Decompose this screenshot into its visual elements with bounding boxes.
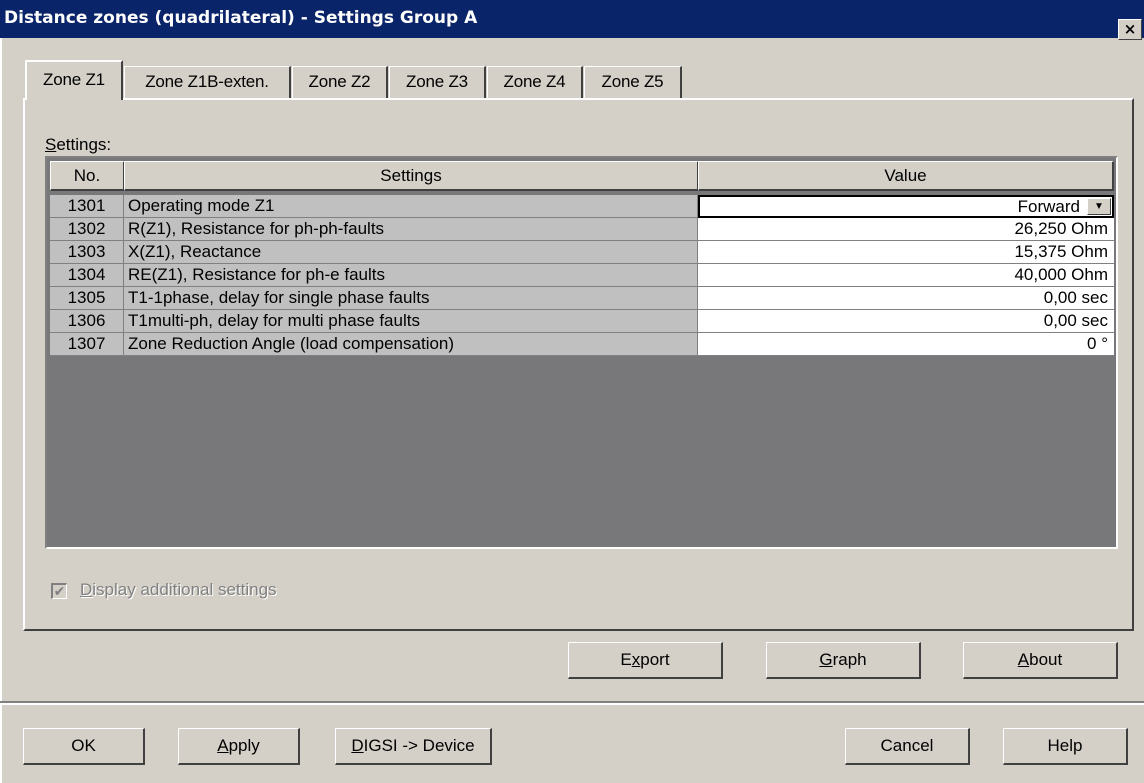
column-header-no[interactable]: No.: [50, 161, 125, 191]
table-row[interactable]: 1303 X(Z1), Reactance 15,375 Ohm: [50, 241, 1114, 264]
setting-name: Operating mode Z1: [124, 195, 698, 218]
close-button[interactable]: ×: [1118, 19, 1142, 40]
window-frame-edge: [0, 38, 2, 783]
settings-label: Settings:: [45, 135, 112, 154]
row-number: 1301: [50, 195, 124, 218]
value-dropdown[interactable]: Forward ▼: [698, 195, 1114, 218]
tab-zone-z3[interactable]: Zone Z3: [389, 66, 486, 98]
value-cell[interactable]: 26,250 Ohm: [698, 218, 1114, 241]
tab-zone-z1[interactable]: Zone Z1: [25, 60, 123, 100]
ok-button[interactable]: OK: [23, 728, 145, 765]
display-additional-checkbox[interactable]: ✔: [51, 583, 67, 599]
value-cell[interactable]: 0,00 sec: [698, 310, 1114, 333]
value-cell[interactable]: 15,375 Ohm: [698, 241, 1114, 264]
settings-grid: No. Settings Value 1301 Operating mode Z…: [45, 156, 1118, 549]
setting-name: T1multi-ph, delay for multi phase faults: [124, 310, 698, 333]
setting-name: RE(Z1), Resistance for ph-e faults: [124, 264, 698, 287]
graph-button[interactable]: Graph: [766, 642, 921, 679]
row-number: 1305: [50, 287, 124, 310]
export-button[interactable]: Export: [568, 642, 723, 679]
tab-zone-z1b-exten[interactable]: Zone Z1B-exten.: [124, 66, 291, 98]
row-number: 1307: [50, 333, 124, 356]
value-cell[interactable]: 40,000 Ohm: [698, 264, 1114, 287]
column-header-value[interactable]: Value: [698, 161, 1114, 191]
setting-name: T1-1phase, delay for single phase faults: [124, 287, 698, 310]
column-header-settings[interactable]: Settings: [124, 161, 699, 191]
value-cell[interactable]: 0,00 sec: [698, 287, 1114, 310]
table-row[interactable]: 1306 T1multi-ph, delay for multi phase f…: [50, 310, 1114, 333]
cancel-button[interactable]: Cancel: [845, 728, 970, 765]
about-button[interactable]: About: [963, 642, 1118, 679]
table-row[interactable]: 1305 T1-1phase, delay for single phase f…: [50, 287, 1114, 310]
value-text: Forward: [1017, 197, 1080, 216]
tab-zone-z2[interactable]: Zone Z2: [292, 66, 388, 98]
tab-zone-z5[interactable]: Zone Z5: [584, 66, 682, 98]
row-number: 1303: [50, 241, 124, 264]
row-number: 1304: [50, 264, 124, 287]
display-additional-label: Display additional settings: [80, 580, 277, 599]
row-number: 1306: [50, 310, 124, 333]
value-cell[interactable]: 0 °: [698, 333, 1114, 356]
setting-name: X(Z1), Reactance: [124, 241, 698, 264]
title-bar: Distance zones (quadrilateral) - Setting…: [0, 0, 1144, 38]
row-number: 1302: [50, 218, 124, 241]
apply-button[interactable]: Apply: [178, 728, 300, 765]
help-button[interactable]: Help: [1003, 728, 1128, 765]
setting-name: Zone Reduction Angle (load compensation): [124, 333, 698, 356]
digsi-device-button[interactable]: DIGSI -> Device: [335, 728, 492, 765]
window-title: Distance zones (quadrilateral) - Setting…: [4, 8, 478, 28]
table-row[interactable]: 1307 Zone Reduction Angle (load compensa…: [50, 333, 1114, 356]
tab-zone-z4[interactable]: Zone Z4: [487, 66, 583, 98]
table-row[interactable]: 1302 R(Z1), Resistance for ph-ph-faults …: [50, 218, 1114, 241]
table-row[interactable]: 1301 Operating mode Z1 Forward ▼: [50, 195, 1114, 218]
setting-name: R(Z1), Resistance for ph-ph-faults: [124, 218, 698, 241]
chevron-down-icon[interactable]: ▼: [1087, 198, 1111, 215]
separator: [0, 703, 1144, 705]
table-row[interactable]: 1304 RE(Z1), Resistance for ph-e faults …: [50, 264, 1114, 287]
